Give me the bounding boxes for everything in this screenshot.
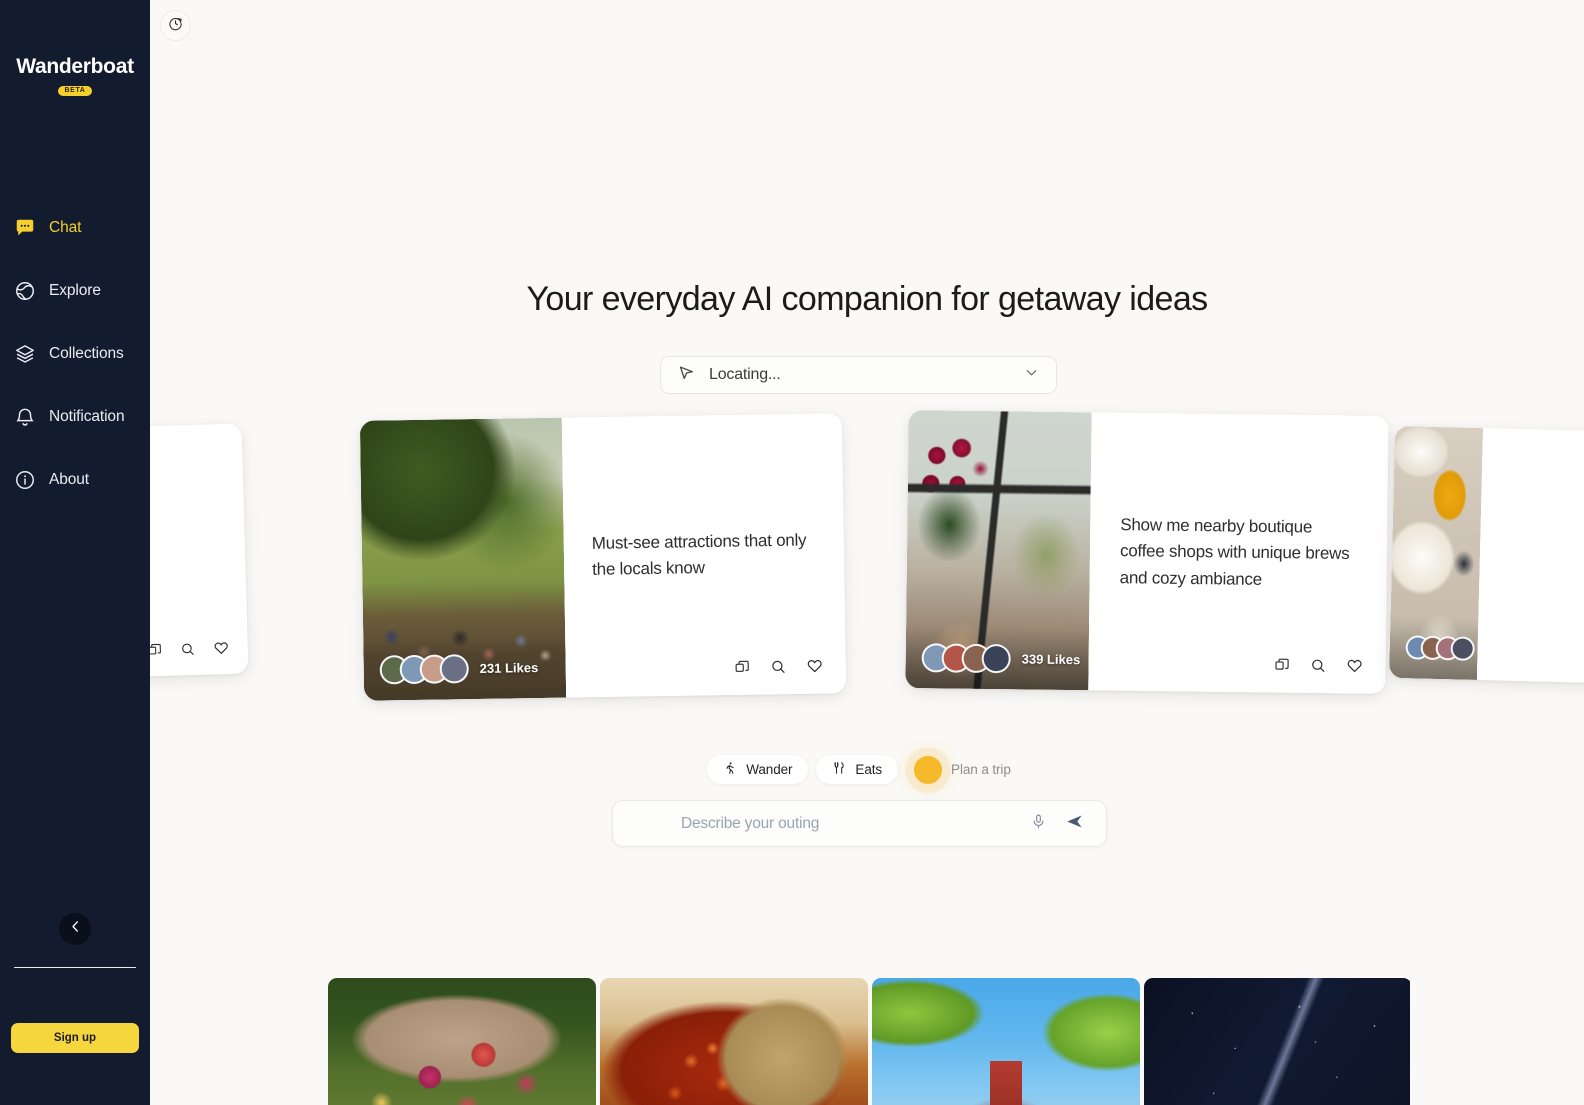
inspiration-image-strip[interactable]: [328, 978, 1410, 1105]
prompt-card[interactable]: ants open past: [150, 423, 249, 681]
copy-icon[interactable]: [150, 641, 163, 662]
card-prompt-text: Must-see attractions that only the local…: [591, 530, 807, 580]
avatar: [1450, 636, 1475, 661]
avatar-stack: [379, 653, 469, 685]
card-body: ants open past: [150, 423, 249, 681]
brand-name: Wanderboat: [16, 55, 134, 78]
card-actions: [734, 657, 824, 681]
composer-bar[interactable]: [612, 800, 1107, 847]
send-button[interactable]: [1065, 812, 1084, 836]
mode-pill-row: Wander Eats Plan a trip: [150, 755, 1584, 784]
sidebar-item-label: About: [49, 471, 90, 488]
prompt-card[interactable]: [1388, 425, 1584, 685]
location-select[interactable]: Locating...: [660, 356, 1057, 394]
fork-knife-icon: [832, 761, 846, 778]
card-body: Must-see attractions that only the local…: [561, 413, 847, 698]
heart-icon[interactable]: [212, 639, 230, 661]
pill-eats[interactable]: Eats: [816, 755, 899, 784]
card-likes-bar: 339 Likes: [905, 626, 1090, 691]
card-prompt-text: Show me nearby boutique coffee shops wit…: [1119, 515, 1350, 589]
sidebar-item-label: Collections: [49, 345, 124, 362]
yellow-orb-icon: [914, 755, 943, 784]
pill-wander[interactable]: Wander: [707, 755, 809, 784]
history-button[interactable]: [160, 10, 191, 41]
chevron-down-icon: [1023, 364, 1040, 386]
strip-image-starry-night-sky[interactable]: [1144, 978, 1410, 1105]
prompt-card-carousel[interactable]: ants open past: [150, 405, 1584, 715]
pill-label: Eats: [855, 762, 883, 777]
copy-icon[interactable]: [734, 658, 751, 680]
sidebar-item-about[interactable]: About: [0, 465, 150, 495]
card-likes-bar: 231 Likes: [363, 635, 567, 701]
sidebar-footer: Sign up: [0, 912, 150, 1105]
walking-person-icon: [723, 761, 737, 778]
sidebar-item-notification[interactable]: Notification: [0, 402, 150, 432]
strip-image-japanese-pagoda[interactable]: [872, 978, 1140, 1105]
avatar-stack: [1405, 635, 1475, 661]
likes-count: 231 Likes: [479, 659, 539, 676]
avatar: [981, 643, 1011, 673]
sidebar-item-chat[interactable]: Chat: [0, 213, 150, 243]
info-circle-icon: [14, 469, 36, 491]
sidebar-item-collections[interactable]: Collections: [0, 339, 150, 369]
sidebar: Wanderboat BETA Chat Explore Collections: [0, 0, 150, 1105]
card-likes-bar: [1388, 615, 1479, 680]
pill-label: Plan a trip: [951, 762, 1011, 777]
strip-image-apples-in-burlap-sack[interactable]: [328, 978, 596, 1105]
pill-plan-a-trip[interactable]: Plan a trip: [906, 755, 1027, 784]
bell-icon: [14, 406, 36, 428]
beta-badge: BETA: [57, 85, 93, 96]
location-value: Locating...: [709, 366, 781, 383]
microphone-icon[interactable]: [1030, 813, 1047, 835]
copy-icon[interactable]: [1273, 656, 1290, 678]
sidebar-item-label: Explore: [49, 282, 101, 299]
prompt-card[interactable]: 339 Likes Show me nearby boutique coffee…: [905, 410, 1389, 694]
search-icon[interactable]: [180, 640, 197, 661]
card-body: [1476, 428, 1584, 685]
page-title: Your everyday AI companion for getaway i…: [526, 280, 1208, 318]
heart-icon[interactable]: [806, 657, 824, 680]
heart-icon[interactable]: [1345, 656, 1363, 679]
strip-image-spicy-shrimp-noodles[interactable]: [600, 978, 868, 1105]
clock-rotate-icon: [168, 16, 183, 36]
sidebar-item-label: Chat: [49, 219, 82, 236]
sidebar-item-label: Notification: [49, 408, 125, 425]
search-icon[interactable]: [770, 658, 787, 680]
search-icon[interactable]: [1309, 656, 1326, 678]
layers-icon: [14, 343, 36, 365]
card-photo: 339 Likes: [905, 410, 1092, 691]
search-input[interactable]: [613, 814, 1030, 833]
card-photo: 231 Likes: [359, 417, 567, 701]
sidebar-divider: [14, 966, 136, 968]
navigation-arrow-icon: [677, 363, 696, 387]
card-photo: [1388, 425, 1484, 680]
card-actions: [150, 639, 230, 663]
pill-label: Wander: [746, 762, 793, 777]
prompt-card[interactable]: 231 Likes Must-see attractions that only…: [359, 413, 847, 701]
avatar-stack: [921, 642, 1011, 673]
globe-icon: [14, 280, 36, 302]
sidebar-collapse-button[interactable]: [59, 912, 91, 945]
card-prompt-text: ants open past: [150, 531, 221, 562]
chevron-left-icon: [67, 918, 84, 940]
sidebar-item-explore[interactable]: Explore: [0, 276, 150, 306]
chat-bubble-icon: [14, 217, 36, 239]
likes-count: 339 Likes: [1021, 650, 1081, 667]
sign-up-button[interactable]: Sign up: [11, 1023, 139, 1053]
brand-logo[interactable]: Wanderboat BETA: [16, 55, 134, 97]
card-body: Show me nearby boutique coffee shops wit…: [1088, 412, 1389, 694]
card-actions: [1273, 656, 1363, 680]
main-content: Your everyday AI companion for getaway i…: [150, 0, 1584, 1105]
avatar: [439, 653, 469, 684]
sidebar-nav: Chat Explore Collections Notification Ab: [0, 213, 150, 528]
